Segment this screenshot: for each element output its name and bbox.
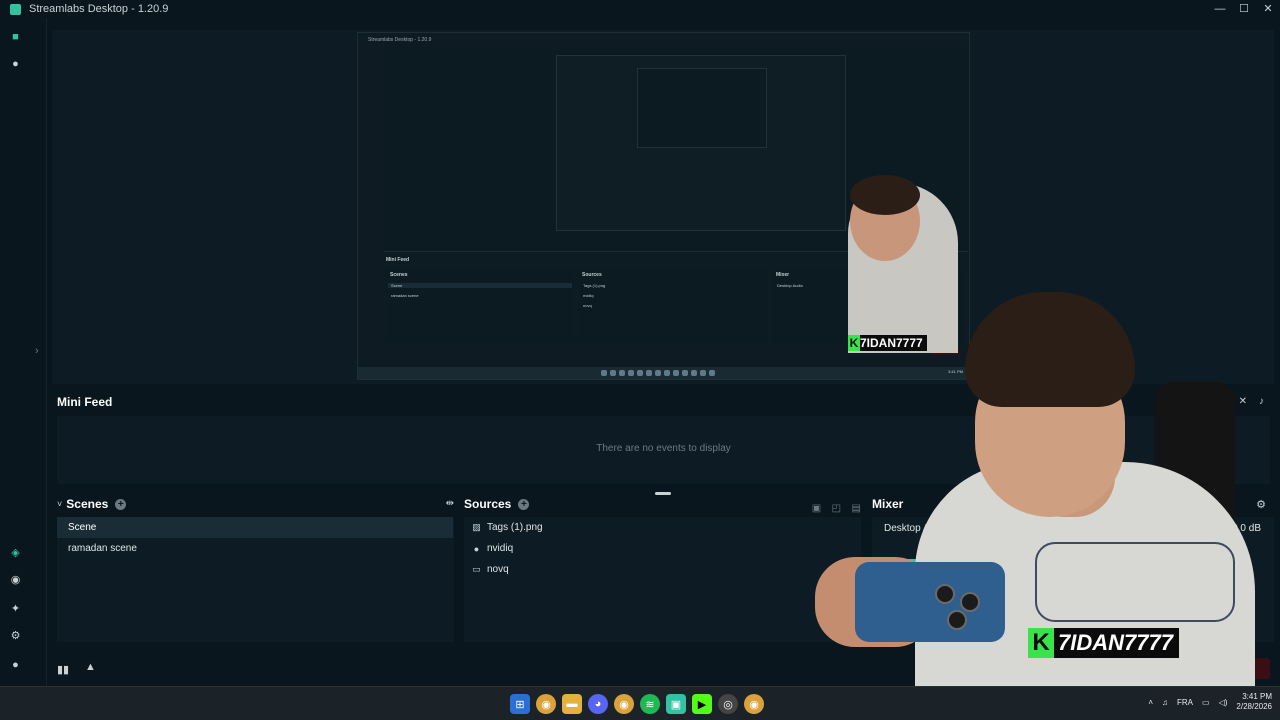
taskbar-time: 3:41 PM (1242, 692, 1272, 701)
source-item[interactable]: ● nvidiq (471, 538, 513, 559)
webcam-shirt-print (1035, 542, 1235, 622)
source-item[interactable]: ▨ Tags (1).png (471, 517, 542, 538)
highlighter-icon[interactable]: ✦ (9, 602, 22, 615)
mini-feed-title: Mini Feed (57, 395, 113, 409)
nested-title: Streamlabs Desktop - 1.20.9 (368, 37, 432, 43)
live-dashboard-icon[interactable]: ● (9, 57, 22, 70)
window-title: Streamlabs Desktop - 1.20.9 (29, 3, 169, 15)
nested-scenes-dock: Scenes Scene ramadan scene (386, 269, 574, 343)
profile-icon[interactable]: ● (9, 658, 22, 671)
microphone-icon[interactable]: ♫ (1162, 698, 1168, 707)
discord-icon[interactable]: ◕ (588, 694, 608, 714)
file-explorer-icon[interactable]: ▬ (562, 694, 582, 714)
tray-chevron-icon[interactable]: ˄ (1148, 698, 1153, 707)
start-icon[interactable]: ⊞ (510, 694, 530, 714)
add-scene-button[interactable]: + (115, 498, 127, 510)
webcam-hair (965, 292, 1135, 407)
spotify-icon[interactable]: ≋ (640, 694, 660, 714)
side-nav: ■ ● ◈ ◉ ✦ ⚙ ● (0, 18, 32, 686)
settings-icon[interactable]: ⚙ (9, 629, 22, 642)
nested-mixer-device: Desktop Audio (777, 283, 803, 288)
nested-scene-item: ramadan scene (391, 293, 419, 298)
editor-icon[interactable]: ■ (9, 30, 22, 43)
notifications-bell-icon[interactable]: ▲ (85, 661, 96, 673)
nested-webcam-hair (850, 175, 920, 215)
windows-taskbar: ⊞ ◉ ▬ ◕ ◉ ≋ ▣ ▶ ◎ ◉ ˄ ♫ FRA ▭ ◁) 3:41 PM… (0, 686, 1280, 720)
sources-header: Sources + (464, 496, 530, 512)
scenes-title: Scenes (66, 497, 109, 511)
steam-icon[interactable]: ◎ (718, 694, 738, 714)
webcam-overlay (815, 292, 1280, 686)
overlay-tag-text: 7IDAN7777 (1058, 630, 1173, 655)
resize-handle-docks[interactable] (655, 492, 671, 495)
image-icon: ▨ (472, 522, 481, 532)
taskbar-date: 2/28/2026 (1236, 702, 1272, 711)
scene-transitions-icon[interactable]: ⇹ (446, 498, 454, 509)
phone-camera-lens (960, 592, 980, 612)
network-icon[interactable]: ▭ (1202, 698, 1210, 707)
add-source-button[interactable]: + (518, 498, 530, 510)
scenes-header: ˅ Scenes + (57, 496, 127, 512)
nested-sources-title: Sources (582, 272, 602, 278)
webcam-phone (855, 562, 1005, 642)
streamlabs-icon[interactable]: ▣ (666, 694, 686, 714)
nested-editor-level3 (637, 68, 767, 148)
volume-tray-icon[interactable]: ◁) (1219, 698, 1228, 707)
nested-sources-dock: Sources Tags (1).png nvidiq novq (578, 269, 768, 343)
display-capture-icon: ▭ (472, 564, 481, 574)
scene-item[interactable]: Scene (57, 517, 453, 538)
sources-list: ▨ Tags (1).png ● nvidiq ▭ novq (464, 517, 861, 642)
overlay-name-tag: K 7IDAN7777 (1028, 628, 1179, 658)
themes-icon[interactable]: ◈ (9, 546, 22, 559)
performance-stats-icon[interactable]: ▮▮ (57, 663, 69, 676)
nested-mixer-title: Mixer (776, 272, 790, 278)
sources-title: Sources (464, 497, 512, 511)
window-controls: — ☐ ✕ (1208, 0, 1280, 18)
nested-editor-level2 (556, 55, 846, 231)
nested-mini-feed-title: Mini Feed (386, 257, 410, 263)
kick-icon[interactable]: ▶ (692, 694, 712, 714)
taskbar-apps: ⊞ ◉ ▬ ◕ ◉ ≋ ▣ ▶ ◎ ◉ (510, 694, 764, 714)
phone-camera-lens (935, 584, 955, 604)
collapse-chevron-icon[interactable]: ˅ (57, 499, 62, 509)
nested-scene-item: Scene (388, 283, 572, 288)
streamlabs-logo-icon (10, 3, 21, 15)
scene-item[interactable]: ramadan scene (57, 538, 453, 559)
nested-source-item: Tags (1).png (583, 283, 606, 288)
language-indicator[interactable]: FRA (1177, 698, 1193, 707)
nested-scenes-title: Scenes (390, 272, 408, 278)
system-tray: ˄ ♫ FRA ▭ ◁) 3:41 PM 2/28/2026 (1148, 692, 1272, 712)
webcam-icon: ● (473, 543, 480, 554)
scenes-list: Scene ramadan scene (57, 517, 454, 642)
sources-dock: Sources + ▣ ◰ ▤ ▨ Tags (1).png ● nvidiq … (464, 496, 861, 644)
close-button[interactable]: ✕ (1256, 0, 1280, 18)
app-store-icon[interactable]: ◉ (9, 573, 22, 586)
nav-divider (46, 18, 47, 686)
chevron-right-icon[interactable]: › (35, 345, 39, 357)
nested-taskbar-apps (601, 370, 725, 376)
maximize-button[interactable]: ☐ (1232, 0, 1256, 18)
minimize-button[interactable]: — (1208, 0, 1232, 18)
nested-source-item: nvidiq (583, 293, 594, 298)
overlay-tag-k: K (1028, 628, 1054, 658)
chrome-alt-icon[interactable]: ◉ (744, 694, 764, 714)
nested-source-item: novq (583, 303, 592, 308)
taskbar-clock[interactable]: 3:41 PM 2/28/2026 (1236, 692, 1272, 712)
phone-camera-lens (947, 610, 967, 630)
source-item[interactable]: ▭ novq (471, 559, 508, 580)
scenes-dock: ˅ Scenes + ⇹ Scene ramadan scene (57, 496, 454, 644)
title-bar: Streamlabs Desktop - 1.20.9 — ☐ ✕ (0, 0, 1280, 18)
chrome-profile-icon[interactable]: ◉ (614, 694, 634, 714)
chrome-icon[interactable]: ◉ (536, 694, 556, 714)
